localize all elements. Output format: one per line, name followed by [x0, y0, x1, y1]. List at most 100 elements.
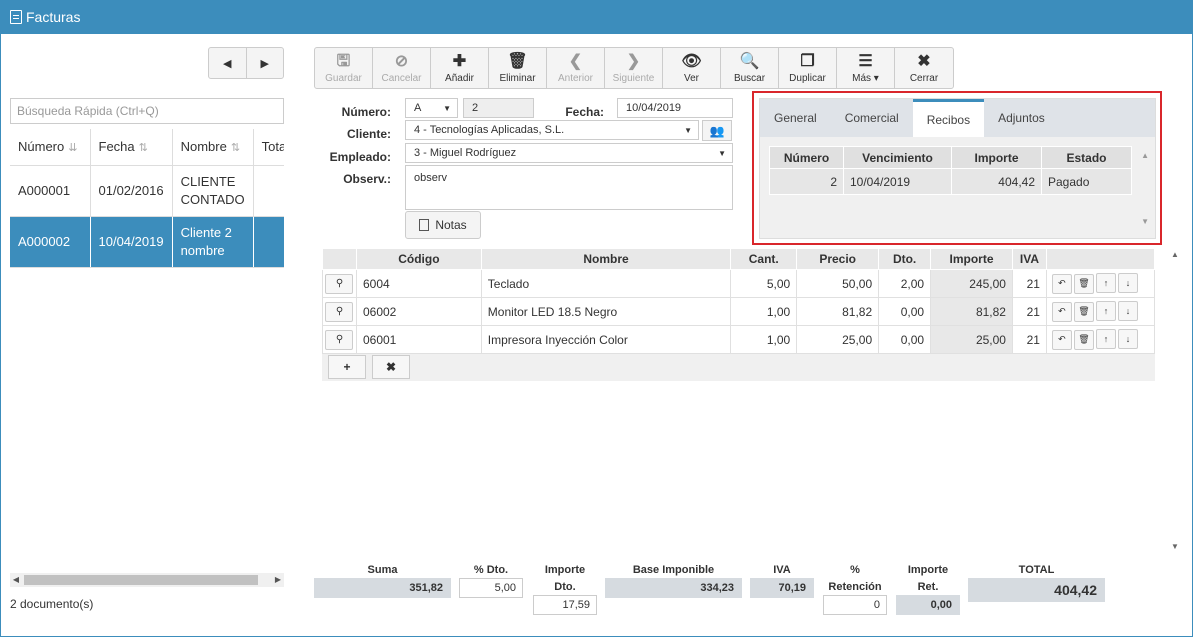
quick-search-input[interactable]: Búsqueda Rápida (Ctrl+Q): [10, 98, 284, 124]
cell-iva[interactable]: 21: [1011, 269, 1047, 298]
siguiente-button[interactable]: ❯ Siguiente: [605, 48, 663, 88]
cell-dto[interactable]: 0,00: [878, 297, 932, 326]
tab-bar: General Comercial Recibos Adjuntos: [760, 99, 1155, 137]
cell-iva[interactable]: 21: [1011, 297, 1047, 326]
scrollbar-thumb[interactable]: [24, 575, 258, 585]
trash-icon[interactable]: 🗑: [1073, 301, 1094, 322]
cell-numero: 2: [769, 168, 844, 195]
scroll-up-icon[interactable]: ▲: [1141, 151, 1149, 160]
scroll-up-icon[interactable]: ▲: [1171, 250, 1179, 259]
cancelar-button[interactable]: ⊘ Cancelar: [373, 48, 431, 88]
más-button[interactable]: ☰ Más ▾: [837, 48, 895, 88]
trash-icon[interactable]: 🗑: [1073, 329, 1094, 350]
column-header-nombre[interactable]: Nombre ⇅: [172, 129, 254, 166]
column-header-actions: [1045, 248, 1156, 270]
scroll-down-icon[interactable]: ▼: [1141, 217, 1149, 226]
observ-textarea[interactable]: observ: [405, 165, 733, 210]
arrow-down-icon[interactable]: ↓: [1117, 329, 1138, 350]
fecha-field[interactable]: 10/04/2019: [617, 98, 733, 118]
retencion-input[interactable]: 0: [823, 595, 887, 615]
anterior-button[interactable]: ❮ Anterior: [547, 48, 605, 88]
column-header-numero[interactable]: Número ⇊: [10, 129, 91, 166]
cell-dto[interactable]: 0,00: [878, 325, 932, 354]
users-button[interactable]: 👥: [702, 120, 732, 141]
buscar-button[interactable]: 🔍 Buscar: [721, 48, 779, 88]
notas-button[interactable]: Notas: [405, 211, 481, 239]
serie-select[interactable]: A ▼: [405, 98, 458, 118]
guardar-button[interactable]: 🖫 Guardar: [315, 48, 373, 88]
table-row[interactable]: A000001 01/02/2016 CLIENTE CONTADO 0: [10, 165, 284, 217]
cell-actions: ↶ 🗑 ↑ ↓: [1045, 269, 1156, 298]
cell-search: ⚲: [322, 325, 357, 354]
eliminar-button[interactable]: 🗑 Eliminar: [489, 48, 547, 88]
cell-precio[interactable]: 25,00: [796, 325, 880, 354]
table-row[interactable]: 2 10/04/2019 404,42 Pagado: [769, 168, 1132, 195]
scroll-right-icon[interactable]: ▶: [272, 573, 284, 587]
next-page-button[interactable]: ▶: [247, 48, 284, 78]
scroll-down-icon[interactable]: ▼: [1171, 542, 1179, 551]
search-icon[interactable]: ⚲: [325, 273, 354, 294]
cell-codigo[interactable]: 06002: [355, 297, 482, 326]
tab-adjuntos[interactable]: Adjuntos: [984, 99, 1059, 137]
previous-page-button[interactable]: ◀: [209, 48, 247, 78]
document-count: 2 documento(s): [10, 597, 94, 611]
cell-actions: ↶ 🗑 ↑ ↓: [1045, 297, 1156, 326]
undo-icon[interactable]: ↶: [1051, 329, 1072, 350]
fecha-label: Fecha:: [565, 105, 604, 119]
arrow-up-icon[interactable]: ↑: [1095, 329, 1116, 350]
base-imponible-value: 334,23: [605, 578, 742, 598]
save-icon: 🖫: [336, 52, 351, 70]
vertical-scrollbar[interactable]: ▲ ▼: [1169, 248, 1181, 554]
column-header-codigo: Código: [355, 248, 482, 270]
importe-dto-input[interactable]: 17,59: [533, 595, 597, 615]
observ-label: Observ.:: [343, 172, 391, 186]
cell-cant[interactable]: 5,00: [730, 269, 798, 298]
search-icon[interactable]: ⚲: [325, 301, 354, 322]
table-row-selected[interactable]: A000002 10/04/2019 Cliente 2 nombre 404: [10, 216, 284, 268]
cell-precio[interactable]: 50,00: [796, 269, 880, 298]
cell-cant[interactable]: 1,00: [730, 325, 798, 354]
tab-general[interactable]: General: [760, 99, 831, 137]
column-header-total[interactable]: Total: [253, 129, 284, 166]
trash-icon[interactable]: 🗑: [1073, 273, 1094, 294]
cell-nombre[interactable]: Teclado: [480, 269, 732, 298]
cell-nombre[interactable]: Monitor LED 18.5 Negro: [480, 297, 732, 326]
cell-dto[interactable]: 2,00: [878, 269, 932, 298]
tab-comercial[interactable]: Comercial: [831, 99, 913, 137]
column-header-fecha[interactable]: Fecha ⇅: [90, 129, 173, 166]
cell-nombre[interactable]: Impresora Inyección Color: [480, 325, 732, 354]
empleado-select[interactable]: 3 - Miguel Rodríguez ▼: [405, 143, 733, 163]
window-title: Facturas: [26, 9, 81, 25]
arrow-down-icon[interactable]: ↓: [1117, 273, 1138, 294]
column-header-nombre: Nombre: [480, 248, 732, 270]
add-line-button[interactable]: +: [328, 355, 366, 379]
cliente-select[interactable]: 4 - Tecnologías Aplicadas, S.L. ▼: [405, 120, 699, 140]
table-row[interactable]: ⚲ 06001 Impresora Inyección Color 1,00 25,00…: [322, 325, 1156, 354]
dto-input[interactable]: 5,00: [459, 578, 523, 598]
horizontal-scrollbar[interactable]: ◀ ▶: [10, 573, 284, 587]
tab-recibos[interactable]: Recibos: [912, 99, 985, 137]
chevron-right-icon: ❯: [626, 52, 641, 70]
arrow-up-icon[interactable]: ↑: [1095, 273, 1116, 294]
cell-total: 0: [253, 165, 284, 217]
cell-precio[interactable]: 81,82: [796, 297, 880, 326]
undo-icon[interactable]: ↶: [1051, 273, 1072, 294]
table-row[interactable]: ⚲ 06002 Monitor LED 18.5 Negro 1,00 81,82 0,0…: [322, 297, 1156, 326]
cell-codigo[interactable]: 6004: [355, 269, 482, 298]
undo-icon[interactable]: ↶: [1051, 301, 1072, 322]
search-icon[interactable]: ⚲: [325, 329, 354, 350]
base-imponible-label: Base Imponible: [632, 564, 715, 576]
ver-button[interactable]: 👁 Ver: [663, 48, 721, 88]
remove-lines-button[interactable]: ✖: [372, 355, 410, 379]
arrow-up-icon[interactable]: ↑: [1095, 301, 1116, 322]
añadir-button[interactable]: ✚ Añadir: [431, 48, 489, 88]
cerrar-button[interactable]: ✖ Cerrar: [895, 48, 953, 88]
column-header-importe: Importe: [951, 146, 1042, 169]
table-row[interactable]: ⚲ 6004 Teclado 5,00 50,00 2,00 245,00 21 ↶ 🗑 ↑ ↓: [322, 269, 1156, 298]
scroll-left-icon[interactable]: ◀: [10, 573, 22, 587]
cell-cant[interactable]: 1,00: [730, 297, 798, 326]
cell-codigo[interactable]: 06001: [355, 325, 482, 354]
arrow-down-icon[interactable]: ↓: [1117, 301, 1138, 322]
duplicar-button[interactable]: ❐ Duplicar: [779, 48, 837, 88]
cell-iva[interactable]: 21: [1011, 325, 1047, 354]
